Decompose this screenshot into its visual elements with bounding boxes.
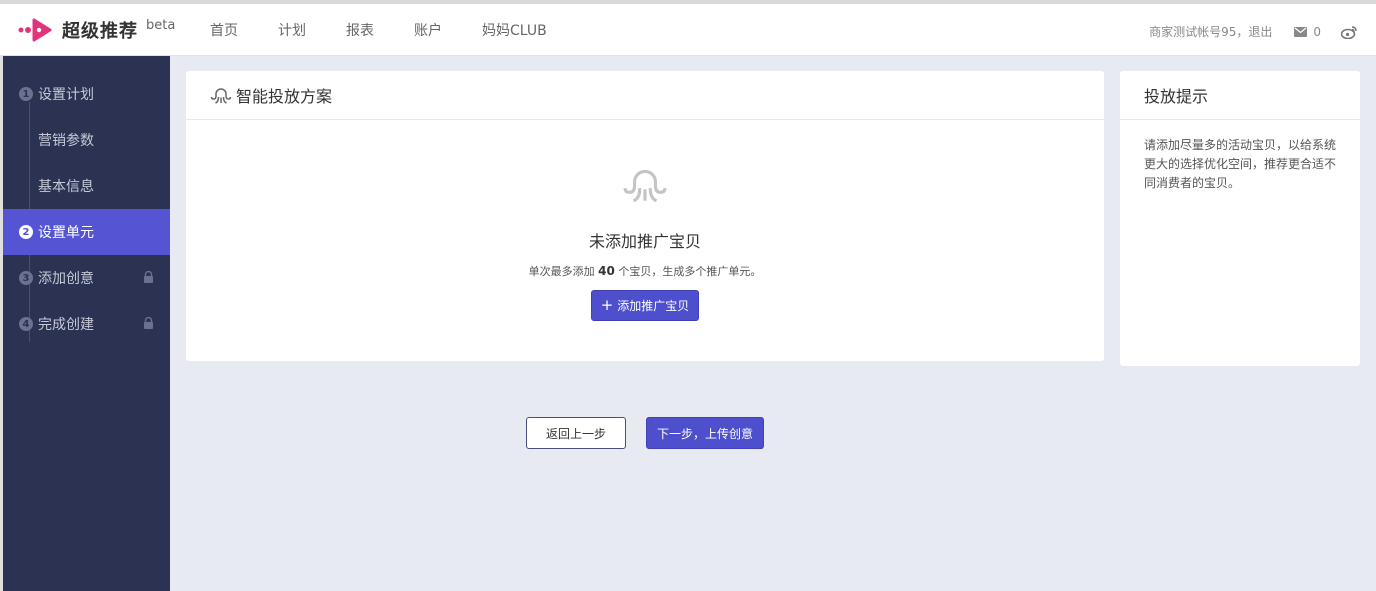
- step-number: 1: [19, 87, 33, 101]
- add-promoted-items-button[interactable]: + 添加推广宝贝: [591, 290, 699, 321]
- step-number: 2: [19, 225, 33, 239]
- next-upload-creative-button[interactable]: 下一步，上传创意: [646, 417, 764, 449]
- logo-icon: [18, 18, 52, 42]
- nav-item-account[interactable]: 账户: [414, 20, 442, 40]
- tips-title: 投放提示: [1120, 71, 1360, 120]
- step-label: 完成创建: [38, 317, 94, 333]
- step-sidebar: 1 设置计划 营销参数 基本信息 2 设置单元 3 添加创意 4 完成创建: [0, 56, 170, 591]
- max-item-count: 40: [598, 264, 615, 278]
- plus-icon: +: [600, 295, 614, 314]
- tips-body: 请添加尽量多的活动宝贝，以给系统更大的选择优化空间，推荐更合适不同消费者的宝贝。: [1144, 138, 1337, 190]
- main-nav: 首页 计划 报表 账户 妈妈CLUB: [210, 20, 587, 40]
- empty-state-title: 未添加推广宝贝: [588, 232, 701, 251]
- nav-item-mama-club[interactable]: 妈妈CLUB: [482, 20, 547, 40]
- substep-label: 营销参数: [38, 133, 94, 149]
- octopus-icon: [210, 88, 232, 104]
- smart-plan-card: 智能投放方案 未添加推广宝贝 单次最多添加 40 个宝贝，生成多个推广单元。 +…: [186, 71, 1104, 361]
- substep-basic-info[interactable]: 基本信息: [3, 163, 170, 209]
- back-button[interactable]: 返回上一步: [526, 417, 626, 449]
- beta-badge: beta: [146, 17, 176, 33]
- delivery-tips-card: 投放提示 请添加尽量多的活动宝贝，以给系统更大的选择优化空间，推荐更合适不同消费…: [1120, 71, 1360, 366]
- step-set-unit[interactable]: 2 设置单元: [3, 209, 170, 255]
- substep-marketing-params[interactable]: 营销参数: [3, 117, 170, 163]
- messages-button[interactable]: 0: [1294, 25, 1321, 39]
- card-header: 智能投放方案: [186, 71, 1104, 120]
- empty-state-description: 单次最多添加 40 个宝贝，生成多个推广单元。: [186, 263, 1104, 279]
- user-area: 商家测试帐号95，退出 0: [1149, 23, 1358, 40]
- step-label: 设置单元: [38, 225, 94, 241]
- nav-item-report[interactable]: 报表: [346, 20, 374, 40]
- nav-item-plan[interactable]: 计划: [278, 20, 306, 40]
- lock-icon: [144, 271, 153, 283]
- desc-prefix: 单次最多添加: [528, 265, 599, 278]
- step-add-creative[interactable]: 3 添加创意: [3, 255, 170, 301]
- logo[interactable]: 超级推荐 beta: [18, 16, 175, 44]
- substep-label: 基本信息: [38, 179, 94, 195]
- add-button-label: 添加推广宝贝: [617, 299, 690, 313]
- desc-suffix: 个宝贝，生成多个推广单元。: [614, 265, 762, 278]
- step-number: 3: [19, 271, 33, 285]
- top-bar: 超级推荐 beta 首页 计划 报表 账户 妈妈CLUB 商家测试帐号95，退出…: [0, 0, 1376, 56]
- step-number: 4: [19, 317, 33, 331]
- logo-text: 超级推荐: [62, 21, 138, 42]
- empty-octopus-icon: [623, 169, 667, 203]
- card-title: 智能投放方案: [236, 87, 333, 106]
- message-count: 0: [1313, 24, 1321, 39]
- nav-item-home[interactable]: 首页: [210, 20, 238, 40]
- step-label: 设置计划: [38, 87, 94, 103]
- lock-icon: [144, 317, 153, 329]
- mail-icon: [1294, 26, 1308, 37]
- step-finish-create[interactable]: 4 完成创建: [3, 301, 170, 347]
- weibo-button[interactable]: [1341, 25, 1358, 39]
- step-label: 添加创意: [38, 271, 94, 287]
- step-set-plan[interactable]: 1 设置计划: [3, 71, 170, 117]
- weibo-icon: [1341, 25, 1357, 39]
- user-logout-link[interactable]: 商家测试帐号95，退出: [1149, 23, 1272, 40]
